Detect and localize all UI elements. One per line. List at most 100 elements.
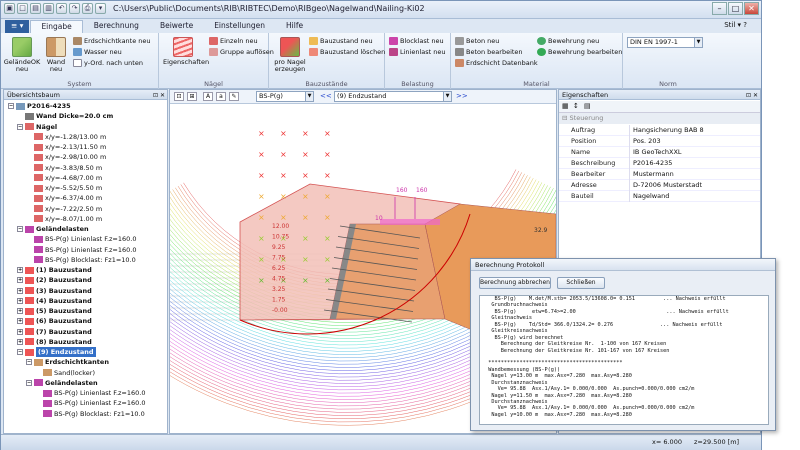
- stage-new-button[interactable]: Bauzustand neu: [309, 37, 373, 45]
- close-button[interactable]: ✕: [744, 2, 759, 15]
- tree-item[interactable]: BS-P(g) Linienlast F.z=160.0: [26, 245, 137, 255]
- tree-item[interactable]: + (6) Bauzustand: [17, 316, 92, 326]
- tree-item[interactable]: BS-P(g) Blocklast: Fz1=10.0: [26, 255, 136, 265]
- open-icon[interactable]: ▤: [30, 3, 41, 14]
- expand-icon[interactable]: +: [17, 308, 23, 314]
- tree-item[interactable]: − Geländelasten: [26, 378, 98, 388]
- tab-berechnung[interactable]: Berechnung: [84, 20, 149, 33]
- tree-item[interactable]: x/y=-8.07/1.00 m: [26, 214, 102, 224]
- tab-einstellungen[interactable]: Einstellungen: [204, 20, 275, 33]
- block-load-new-button[interactable]: Blocklast neu: [389, 37, 444, 45]
- save-icon[interactable]: ▥: [43, 3, 54, 14]
- tree-item[interactable]: − Nägel: [17, 122, 57, 132]
- tree-item[interactable]: Sand(locker): [35, 368, 95, 378]
- property-row[interactable]: Adresse D-72006 Musterstadt: [559, 180, 760, 191]
- property-value[interactable]: Nagelwand: [629, 191, 759, 202]
- tree-item[interactable]: − Geländelasten: [17, 224, 89, 234]
- property-value[interactable]: P2016-4235: [629, 158, 759, 169]
- expand-icon[interactable]: +: [17, 267, 23, 273]
- font-smaller-icon[interactable]: a: [216, 92, 226, 101]
- tree-item[interactable]: + (4) Bauzustand: [17, 296, 92, 306]
- tree-item[interactable]: BS-P(g) Linienlast F.z=160.0: [35, 388, 146, 398]
- tree-item[interactable]: − P2016-4235: [8, 101, 71, 111]
- tree-item[interactable]: BS-P(g) Linienlast F.z=160.0: [35, 398, 146, 408]
- line-load-new-button[interactable]: Linienlast neu: [389, 48, 446, 56]
- norm-select[interactable]: DIN EN 1997-1 ▼: [627, 37, 703, 48]
- close-dialog-button[interactable]: Schließen: [557, 277, 605, 289]
- expand-icon[interactable]: +: [17, 287, 23, 294]
- prev-stage-button[interactable]: <<: [320, 92, 332, 100]
- tree-item[interactable]: + (2) Bauzustand: [17, 275, 92, 285]
- property-value[interactable]: Mustermann: [629, 169, 759, 180]
- group-dissolve-button[interactable]: Gruppe auflösen: [209, 48, 274, 56]
- tree-item[interactable]: + (3) Bauzustand: [17, 286, 92, 296]
- property-value[interactable]: Pos. 203: [629, 136, 759, 147]
- expand-icon[interactable]: +: [17, 328, 23, 335]
- tree-item[interactable]: BS-P(g) Blocklast: Fz1=10.0: [35, 409, 145, 419]
- tree-item[interactable]: + (8) Bauzustand: [17, 337, 92, 347]
- terrain-new-button[interactable]: GeländeOK neu: [3, 37, 41, 73]
- tree-item[interactable]: x/y=-2.98/10.00 m: [26, 152, 106, 162]
- maximize-button[interactable]: □: [728, 2, 743, 15]
- customize-icon[interactable]: ▾: [95, 3, 106, 14]
- concrete-edit-button[interactable]: Beton bearbeiten: [455, 48, 523, 56]
- tab-hilfe[interactable]: Hilfe: [276, 20, 313, 33]
- tree-item[interactable]: x/y=-3.83/8.50 m: [26, 163, 102, 173]
- property-row[interactable]: Position Pos. 203: [559, 136, 760, 147]
- stage-delete-button[interactable]: Bauzustand löschen: [309, 48, 385, 56]
- file-menu-button[interactable]: ≡ ▾: [5, 20, 30, 33]
- tab-eingabe[interactable]: Eingabe: [30, 20, 83, 33]
- collapse-icon[interactable]: −: [17, 226, 23, 232]
- abort-calculation-button[interactable]: Berechnung abbrechen: [479, 277, 551, 289]
- reinforcement-edit-button[interactable]: Bewehrung bearbeiten: [537, 48, 622, 56]
- property-row[interactable]: Name IB GeoTechXXL: [559, 147, 760, 158]
- wall-new-button[interactable]: Wand neu: [43, 37, 69, 73]
- property-row[interactable]: Bearbeiter Mustermann: [559, 169, 760, 180]
- redo-icon[interactable]: ↷: [69, 3, 80, 14]
- zoom-window-icon[interactable]: ⊞: [187, 92, 197, 101]
- tree-item[interactable]: + (7) Bauzustand: [17, 327, 92, 337]
- print-icon[interactable]: ⎙: [82, 3, 93, 14]
- tree-item[interactable]: − Erdschichtkanten: [26, 357, 109, 367]
- expand-icon[interactable]: +: [17, 297, 23, 304]
- edit-icon[interactable]: ✎: [229, 92, 239, 101]
- sort-category-icon[interactable]: ▦: [562, 102, 569, 110]
- tree-item[interactable]: − (9) Endzustand: [17, 347, 96, 357]
- tab-beiwerte[interactable]: Beiwerte: [150, 20, 203, 33]
- nail-single-new-button[interactable]: Einzeln neu: [209, 37, 258, 45]
- nail-properties-button[interactable]: Eigenschaften: [163, 37, 209, 66]
- concrete-new-button[interactable]: Beton neu: [455, 37, 499, 45]
- soil-database-button[interactable]: Erdschicht Datenbank: [455, 59, 538, 67]
- y-ord-checkbox[interactable]: y-Ord. nach unten: [73, 59, 143, 67]
- tree-item[interactable]: x/y=-7.22/2.50 m: [26, 204, 102, 214]
- app-menu-icon[interactable]: ▣: [4, 3, 15, 14]
- tree-item[interactable]: + (1) Bauzustand: [17, 265, 92, 275]
- expand-icon[interactable]: +: [17, 277, 23, 284]
- stage-select[interactable]: (9) Endzustand ▼: [334, 91, 452, 102]
- property-row[interactable]: Auftrag Hangsicherung BAB 8: [559, 125, 760, 136]
- layer-edge-new-button[interactable]: Erdschichtkante neu: [73, 37, 151, 45]
- font-larger-icon[interactable]: A: [203, 92, 213, 101]
- tree-item[interactable]: x/y=-2.13/11.50 m: [26, 142, 106, 152]
- minimize-button[interactable]: –: [712, 2, 727, 15]
- tree-item[interactable]: x/y=-1.28/13.00 m: [26, 132, 106, 142]
- property-value[interactable]: IB GeoTechXXL: [629, 147, 759, 158]
- collapse-icon[interactable]: −: [17, 123, 23, 130]
- sort-alpha-icon[interactable]: ↕: [573, 102, 579, 110]
- collapse-icon[interactable]: −: [8, 103, 14, 109]
- pin-close-icon[interactable]: ⊡ ✕: [746, 91, 758, 101]
- tree-item[interactable]: BS-P(g) Linienlast F.z=160.0: [26, 234, 137, 244]
- load-case-select[interactable]: BS-P(g) ▼: [256, 91, 314, 102]
- expand-icon[interactable]: +: [17, 338, 23, 345]
- property-row[interactable]: Beschreibung P2016-4235: [559, 158, 760, 169]
- expand-icon[interactable]: +: [17, 318, 23, 325]
- property-row[interactable]: Bauteil Nagelwand: [559, 191, 760, 202]
- next-stage-button[interactable]: >>: [456, 92, 468, 100]
- tree-item[interactable]: x/y=-4.68/7.00 m: [26, 173, 102, 183]
- water-new-button[interactable]: Wasser neu: [73, 48, 122, 56]
- tree-item[interactable]: Wand Dicke=20.0 cm: [17, 111, 113, 121]
- tree-item[interactable]: x/y=-5.52/5.50 m: [26, 183, 102, 193]
- tree-item[interactable]: x/y=-6.37/4.00 m: [26, 193, 102, 203]
- properties-section[interactable]: ⊟ Steuerung: [559, 113, 760, 124]
- property-value[interactable]: Hangsicherung BAB 8: [629, 125, 759, 136]
